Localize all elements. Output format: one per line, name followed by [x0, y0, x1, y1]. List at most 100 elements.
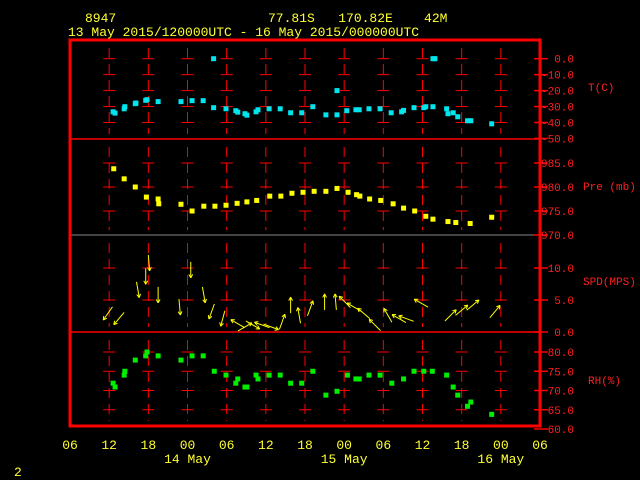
temperature-point	[211, 56, 217, 62]
pressure-point	[489, 214, 495, 220]
x-tick-label: 12	[258, 438, 274, 453]
temperature-point	[189, 98, 195, 104]
date-label: 16 May	[477, 452, 524, 467]
x-tick-label: 12	[101, 438, 117, 453]
pressure-point	[445, 219, 451, 225]
rh-point	[377, 372, 383, 378]
pressure-point	[357, 193, 363, 199]
rh-point	[389, 380, 395, 386]
wind-arrow	[201, 286, 207, 304]
pressure-point	[378, 197, 384, 203]
temperature-point	[255, 107, 261, 113]
temperature-point	[178, 99, 184, 105]
temperature-point	[323, 112, 329, 118]
y-tick-label: -40.0	[541, 119, 574, 131]
y-tick-label: -30.0	[541, 103, 574, 115]
rh-point	[401, 376, 407, 382]
y-tick-label: -50.0	[541, 134, 574, 146]
temperature-point	[468, 118, 474, 124]
rh-point	[112, 384, 118, 390]
temperature-point	[344, 108, 350, 114]
rh-point	[310, 368, 316, 374]
x-tick-label: 06	[532, 438, 548, 453]
station-id: 8947	[85, 11, 116, 26]
wind-arrow	[398, 314, 414, 322]
pressure-point	[132, 184, 138, 190]
y-tick-label: -20.0	[541, 87, 574, 99]
rh-point	[323, 392, 329, 398]
x-tick-label: 06	[376, 438, 392, 453]
grid	[70, 48, 548, 430]
temperature-point	[299, 110, 305, 116]
y-tick-label: 5.0	[554, 296, 574, 308]
pressure-point	[311, 188, 317, 194]
pressure-point	[244, 199, 250, 205]
wind-arrow	[237, 322, 253, 332]
rh-point	[421, 368, 427, 374]
temperature-point	[288, 110, 294, 116]
y-tick-label: 985.0	[541, 159, 574, 171]
rh-point	[334, 388, 340, 394]
rh-point	[235, 376, 241, 382]
rh-point	[223, 372, 229, 378]
y-tick-label: 0.0	[554, 328, 574, 340]
y-tick-label: 975.0	[541, 207, 574, 219]
temperature-point	[334, 88, 340, 94]
wind-arrow	[136, 281, 142, 298]
pressure-point	[367, 196, 373, 202]
rh-point	[299, 380, 305, 386]
pressure-point	[334, 185, 340, 191]
x-tick-label: 00	[336, 438, 352, 453]
page-number: 2	[14, 465, 22, 480]
temperature-point	[112, 110, 118, 116]
pressure-point	[201, 203, 207, 209]
pressure-point	[254, 197, 260, 203]
temperature-point	[430, 104, 436, 110]
wind-arrow	[278, 313, 286, 330]
temperature-point	[450, 110, 456, 116]
pressure-point	[289, 190, 295, 196]
rh-point	[200, 353, 206, 359]
pressure-point	[267, 193, 273, 199]
temperature-point	[133, 100, 139, 106]
pressure-point	[234, 200, 240, 206]
y-axis-label: SPD(MPS)	[583, 277, 636, 289]
pressure-point	[223, 202, 229, 208]
pressure-point	[156, 201, 162, 207]
y-tick-label: 65.0	[548, 406, 574, 418]
rh-point	[122, 368, 128, 374]
wind-arrow	[307, 300, 315, 317]
y-tick-label: 0.0	[554, 55, 574, 67]
temperature-point	[366, 106, 372, 112]
pressure-point	[143, 194, 149, 200]
rh-point	[288, 380, 294, 386]
temperature-point	[444, 106, 450, 112]
wind-arrow	[332, 293, 338, 310]
x-tick-label: 18	[454, 438, 470, 453]
wind-arrow	[368, 318, 381, 331]
pressure-point	[212, 203, 218, 209]
rh-point	[489, 411, 495, 417]
rh-point	[266, 372, 272, 378]
y-tick-label: 980.0	[541, 183, 574, 195]
pressure-point	[467, 220, 473, 226]
temperature-point	[122, 104, 128, 110]
pressure-point	[121, 176, 127, 182]
pressure-point	[178, 201, 184, 207]
x-tick-label: 18	[297, 438, 313, 453]
wind-arrow	[188, 261, 194, 279]
pressure-point	[430, 216, 436, 222]
rh-point	[429, 368, 435, 374]
temperature-point	[411, 105, 417, 111]
rh-point	[344, 372, 350, 378]
rh-point	[155, 353, 161, 359]
wind-arrow	[466, 299, 480, 311]
pressure-point	[401, 205, 407, 211]
pressure-point	[345, 189, 351, 195]
rh-point	[178, 357, 184, 363]
y-tick-label: 60.0	[548, 425, 574, 437]
x-tick-label: 12	[415, 438, 431, 453]
pressure-point	[412, 208, 418, 214]
x-tick-label: 06	[219, 438, 235, 453]
wind-arrow	[113, 312, 125, 326]
